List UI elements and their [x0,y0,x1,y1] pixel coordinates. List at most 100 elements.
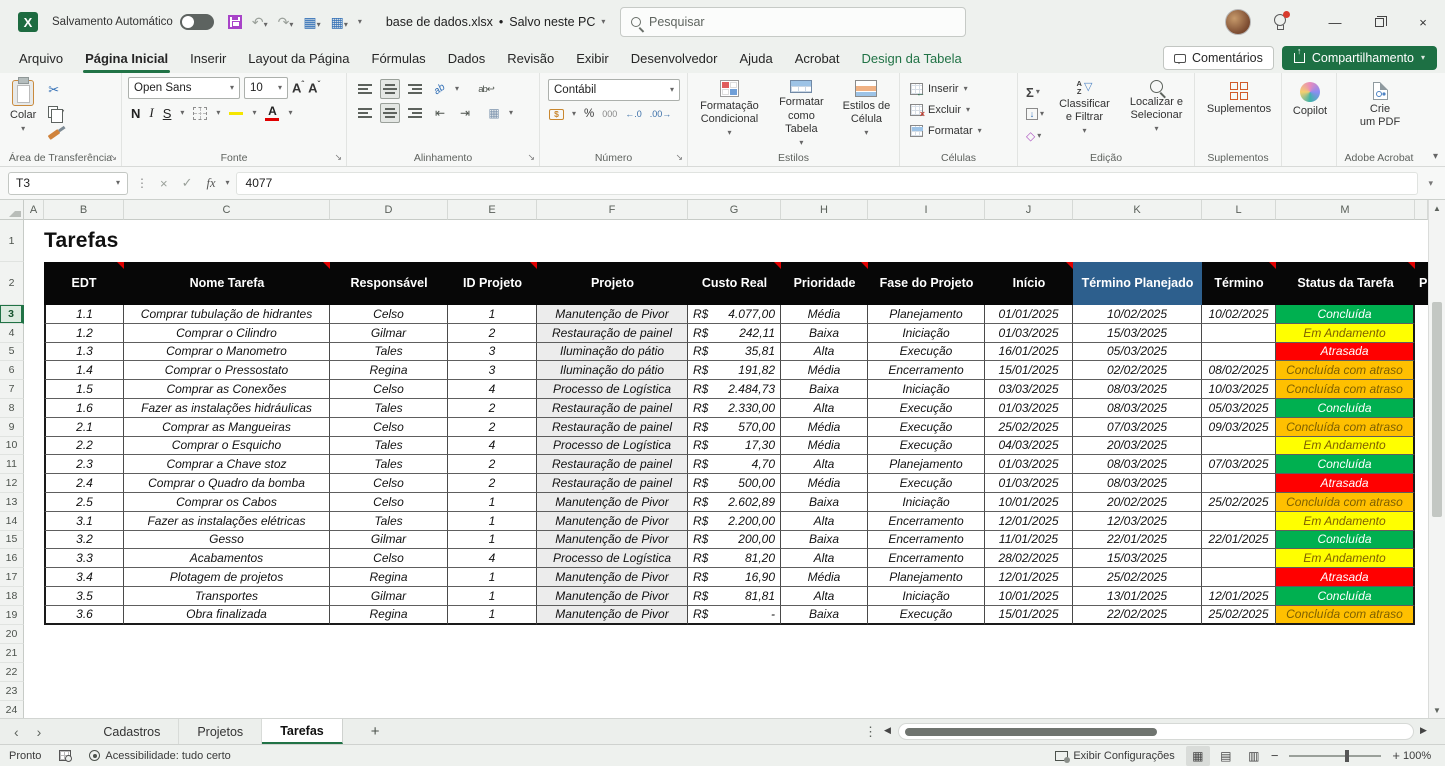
autosum-button[interactable]: Σ▾ [1024,82,1046,102]
cell-f11[interactable]: Restauração de painel [537,455,688,474]
cell-b15[interactable]: 3.2 [44,531,124,550]
empty-row-23[interactable] [24,682,1428,701]
cell-j18[interactable]: 10/01/2025 [985,587,1073,606]
cell-i18[interactable]: Iniciação [868,587,985,606]
cell-i14[interactable]: Encerramento [868,512,985,531]
cell-d7[interactable]: Celso [330,380,448,399]
table-header-fase-do-projeto[interactable]: Fase do Projeto [868,262,985,305]
cell-b19[interactable]: 3.6 [44,606,124,625]
column-header-c[interactable]: C [124,200,330,220]
table-header-nome-tarefa[interactable]: Nome Tarefa [124,262,330,305]
cell-j9[interactable]: 25/02/2025 [985,418,1073,437]
cell-c6[interactable]: Comprar o Pressostato [124,361,330,380]
cell-h6[interactable]: Média [781,361,868,380]
row-header-8[interactable]: 8 [0,399,24,418]
cell-g16[interactable]: R$81,20 [688,549,781,568]
borders-icon[interactable] [193,107,207,120]
fill-color-dropdown-icon[interactable]: ▾ [252,109,256,117]
cell-c4[interactable]: Comprar o Cilindro [124,324,330,343]
cell-b9[interactable]: 2.1 [44,418,124,437]
cell-e5[interactable]: 3 [448,343,537,362]
cell-i8[interactable]: Execução [868,399,985,418]
cell-i6[interactable]: Encerramento [868,361,985,380]
cell-d6[interactable]: Regina [330,361,448,380]
search-input[interactable]: Pesquisar [620,7,966,37]
cell-h18[interactable]: Alta [781,587,868,606]
zoom-in-button[interactable]: + [1389,748,1403,763]
row-header-21[interactable]: 21 [0,644,24,663]
menu-tab-exibir[interactable]: Exibir [565,44,620,73]
cell-j5[interactable]: 16/01/2025 [985,343,1073,362]
cell-k6[interactable]: 02/02/2025 [1073,361,1202,380]
column-header-m[interactable]: M [1276,200,1415,220]
cell-b12[interactable]: 2.4 [44,474,124,493]
cell-l7[interactable]: 10/03/2025 [1202,380,1276,399]
vertical-scrollbar[interactable]: ▲ ▼ [1428,200,1445,718]
cell-h19[interactable]: Baixa [781,606,868,625]
cell-a[interactable] [24,606,44,625]
cell-c19[interactable]: Obra finalizada [124,606,330,625]
cell-k7[interactable]: 08/03/2025 [1073,380,1202,399]
column-header-k[interactable]: K [1073,200,1202,220]
find-select-button[interactable]: Localizar e Selecionar▾ [1123,77,1190,150]
cell-k9[interactable]: 07/03/2025 [1073,418,1202,437]
cell-k4[interactable]: 15/03/2025 [1073,324,1202,343]
cell-f8[interactable]: Restauração de painel [537,399,688,418]
cell-c14[interactable]: Fazer as instalações elétricas [124,512,330,531]
cell-f12[interactable]: Restauração de painel [537,474,688,493]
cell-k10[interactable]: 20/03/2025 [1073,437,1202,456]
column-header-d[interactable]: D [330,200,448,220]
accounting-format-button[interactable]: $ [549,109,564,120]
cell-g5[interactable]: R$35,81 [688,343,781,362]
cell-a[interactable] [24,399,44,418]
cell-d19[interactable]: Regina [330,606,448,625]
cell-i16[interactable]: Encerramento [868,549,985,568]
cell-d12[interactable]: Celso [330,474,448,493]
macro-record-button[interactable] [50,745,80,766]
cell-g11[interactable]: R$4,70 [688,455,781,474]
cell-k18[interactable]: 13/01/2025 [1073,587,1202,606]
cell-j10[interactable]: 04/03/2025 [985,437,1073,456]
horizontal-scroll-thumb[interactable] [905,728,1157,736]
cell-a[interactable] [24,568,44,587]
cell-k19[interactable]: 22/02/2025 [1073,606,1202,625]
autosave-toggle[interactable] [180,14,214,30]
cell-a[interactable] [24,380,44,399]
row-header-10[interactable]: 10 [0,437,24,456]
cell-e8[interactable]: 2 [448,399,537,418]
cell-j17[interactable]: 12/01/2025 [985,568,1073,587]
cell-m3[interactable]: Concluída [1276,305,1415,324]
cell-g14[interactable]: R$2.200,00 [688,512,781,531]
cell-g10[interactable]: R$17,30 [688,437,781,456]
font-name-select[interactable]: Open Sans▾ [128,77,240,99]
restore-button[interactable] [1357,0,1401,44]
cell-k17[interactable]: 25/02/2025 [1073,568,1202,587]
cell-h5[interactable]: Alta [781,343,868,362]
scroll-down-icon[interactable]: ▼ [1429,702,1445,718]
accessibility-status[interactable]: Acessibilidade: tudo certo [80,745,239,766]
cell-f3[interactable]: Manutenção de Pivor [537,305,688,324]
row-header-22[interactable]: 22 [0,663,24,682]
row-header-2[interactable]: 2 [0,262,24,305]
next-sheet-icon[interactable]: › [33,724,46,740]
cell-f14[interactable]: Manutenção de Pivor [537,512,688,531]
empty-row-21[interactable] [24,644,1428,663]
create-pdf-button[interactable]: Crie um PDF [1343,79,1417,132]
close-button[interactable]: × [1401,0,1445,44]
cell-h11[interactable]: Alta [781,455,868,474]
cell-j6[interactable]: 15/01/2025 [985,361,1073,380]
cell-g15[interactable]: R$200,00 [688,531,781,550]
cell-f16[interactable]: Processo de Logística [537,549,688,568]
cell-f13[interactable]: Manutenção de Pivor [537,493,688,512]
cell-l9[interactable]: 09/03/2025 [1202,418,1276,437]
cell-e15[interactable]: 1 [448,531,537,550]
increase-font-button[interactable]: Aˆ [292,80,304,95]
undo-icon[interactable]: ↶▾ [252,14,268,31]
name-box[interactable]: T3▾ [8,172,128,195]
cell-c18[interactable]: Transportes [124,587,330,606]
view-settings-button[interactable]: Exibir Configurações [1046,745,1184,766]
copy-button[interactable]: ▾ [46,102,66,122]
cell-e13[interactable]: 1 [448,493,537,512]
zoom-slider[interactable] [1289,755,1381,757]
cell-i17[interactable]: Planejamento [868,568,985,587]
